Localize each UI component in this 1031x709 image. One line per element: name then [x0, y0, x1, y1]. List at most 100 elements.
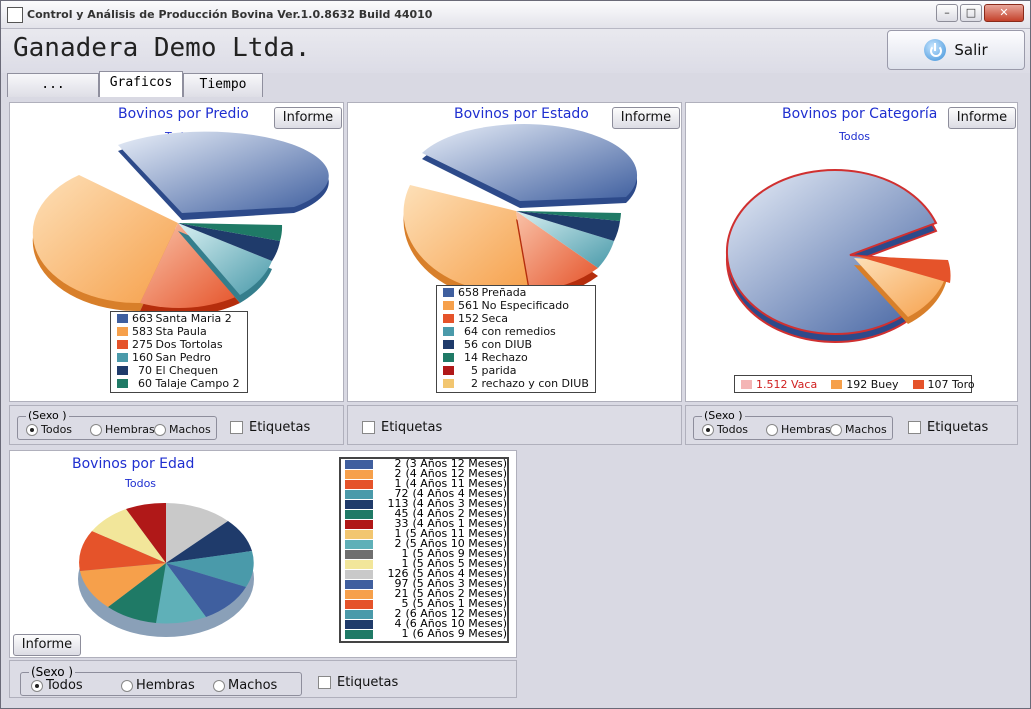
radio-label: Todos	[46, 678, 83, 693]
legend-value: 2	[394, 537, 402, 550]
legend-swatch	[443, 353, 454, 362]
app-window: Control y Análisis de Producción Bovina …	[0, 0, 1031, 709]
legend-value: 5	[401, 597, 409, 610]
sexo-group: (Sexo ) Todos Hembras Machos	[693, 409, 893, 440]
legend-item: 658 Preñada	[437, 286, 595, 299]
checkbox-box	[318, 676, 331, 689]
categoria-controls: (Sexo ) Todos Hembras Machos Etiquetas	[685, 405, 1018, 445]
radio-dot	[766, 423, 778, 436]
company-name: Ganadera Demo Ltda.	[13, 33, 311, 63]
legend-value: 160	[132, 351, 153, 364]
legend-value: 107	[927, 377, 949, 391]
radio-dot	[154, 423, 166, 436]
app-header: Ganadera Demo Ltda. Salir	[1, 29, 1030, 73]
legend-label: Sta Paula	[155, 325, 207, 338]
radio-hembras[interactable]: Hembras	[121, 678, 195, 693]
radio-hembras[interactable]: Hembras	[90, 423, 155, 436]
radio-machos[interactable]: Machos	[154, 423, 211, 436]
checkbox-box	[230, 421, 243, 434]
etiquetas-checkbox[interactable]: Etiquetas	[230, 420, 310, 435]
legend-swatch	[443, 340, 454, 349]
radio-dot	[702, 423, 714, 436]
legend-value: 70	[138, 364, 152, 377]
legend-label: San Pedro	[155, 351, 211, 364]
checkbox-label: Etiquetas	[381, 420, 443, 435]
legend-swatch	[117, 327, 128, 336]
legend-value: 663	[132, 312, 153, 325]
legend-label: Talaje Campo 2	[155, 377, 240, 390]
radio-label: Machos	[228, 678, 278, 693]
legend-swatch	[345, 549, 373, 559]
window-title: Control y Análisis de Producción Bovina …	[27, 8, 433, 21]
salir-button[interactable]: Salir	[887, 30, 1025, 70]
etiquetas-checkbox[interactable]: Etiquetas	[908, 420, 988, 435]
legend-value: 583	[132, 325, 153, 338]
etiquetas-checkbox[interactable]: Etiquetas	[362, 420, 442, 435]
checkbox-label: Etiquetas	[927, 420, 989, 435]
edad-informe-button[interactable]: Informe	[13, 634, 81, 656]
legend-swatch	[443, 288, 454, 297]
predio-chart-panel: Bovinos por Predio Todos Informe 663 San…	[9, 102, 344, 402]
etiquetas-checkbox[interactable]: Etiquetas	[318, 675, 398, 690]
legend-item: 663 Santa Maria 2	[111, 312, 247, 325]
sexo-group: (Sexo ) Todos Hembras Machos	[17, 409, 217, 440]
predio-controls: (Sexo ) Todos Hembras Machos Etiquetas	[9, 405, 344, 445]
close-button[interactable]: ✕	[984, 4, 1024, 22]
legend-item: 14 Rechazo	[437, 351, 595, 364]
radio-label: Todos	[41, 423, 73, 436]
radio-machos[interactable]: Machos	[830, 423, 887, 436]
legend-item: 561 No Especificado	[437, 299, 595, 312]
legend-swatch	[831, 379, 843, 389]
tab-dots[interactable]: ...	[7, 73, 99, 97]
radio-label: Machos	[845, 423, 887, 436]
estado-legend: 658 Preñada 561 No Especificado 152 Seca…	[436, 285, 596, 393]
legend-value: 33	[394, 517, 409, 530]
radio-todos[interactable]: Todos	[26, 423, 72, 436]
radio-dot	[830, 423, 842, 436]
legend-swatch	[741, 379, 752, 389]
legend-item: 152 Seca	[437, 312, 595, 325]
legend-label: rechazo y con DIUB	[481, 377, 589, 390]
legend-item: 5 parida	[437, 364, 595, 377]
legend-swatch	[345, 559, 373, 569]
tab-graficos[interactable]: Graficos	[99, 71, 183, 97]
legend-label: Dos Tortolas	[155, 338, 223, 351]
legend-item: 583 Sta Paula	[111, 325, 247, 338]
legend-item: 56 con DIUB	[437, 338, 595, 351]
legend-item: 1 (6 Años 9 Meses)	[341, 627, 507, 640]
window-controls: – □ ✕	[936, 4, 1024, 22]
legend-swatch	[345, 459, 373, 469]
maximize-button[interactable]: □	[960, 4, 982, 22]
legend-item: 70 El Chequen	[111, 364, 247, 377]
legend-swatch	[443, 379, 454, 388]
legend-swatch	[345, 489, 373, 499]
legend-swatch	[443, 301, 454, 310]
legend-label: con remedios	[481, 325, 556, 338]
legend-value: 14	[464, 351, 478, 364]
legend-swatch	[443, 314, 454, 323]
edad-legend: 2 (3 Años 12 Meses) 2 (4 Años 12 Meses) 1(…	[339, 457, 509, 643]
legend-value: 1.512	[756, 377, 788, 391]
title-bar: Control y Análisis de Producción Bovina …	[1, 1, 1030, 29]
radio-todos[interactable]: Todos	[31, 678, 83, 693]
radio-label: Todos	[717, 423, 749, 436]
legend-label: (6 Años 9 Meses)	[412, 627, 507, 640]
radio-hembras[interactable]: Hembras	[766, 423, 831, 436]
minimize-button[interactable]: –	[936, 4, 958, 22]
radio-todos[interactable]: Todos	[702, 423, 748, 436]
radio-machos[interactable]: Machos	[213, 678, 277, 693]
categoria-pie-chart	[725, 169, 951, 343]
radio-dot	[121, 679, 133, 692]
legend-swatch	[345, 579, 373, 589]
legend-swatch	[117, 379, 128, 388]
legend-label: parida	[481, 364, 517, 377]
radio-label: Hembras	[781, 423, 831, 436]
legend-label: No Especificado	[481, 299, 569, 312]
legend-swatch	[345, 479, 373, 489]
legend-label: Santa Maria 2	[155, 312, 232, 325]
legend-value: 56	[464, 338, 478, 351]
tab-tiempo[interactable]: Tiempo	[183, 73, 263, 97]
radio-dot	[90, 423, 102, 436]
legend-value: 60	[138, 377, 152, 390]
legend-swatch	[345, 609, 373, 619]
